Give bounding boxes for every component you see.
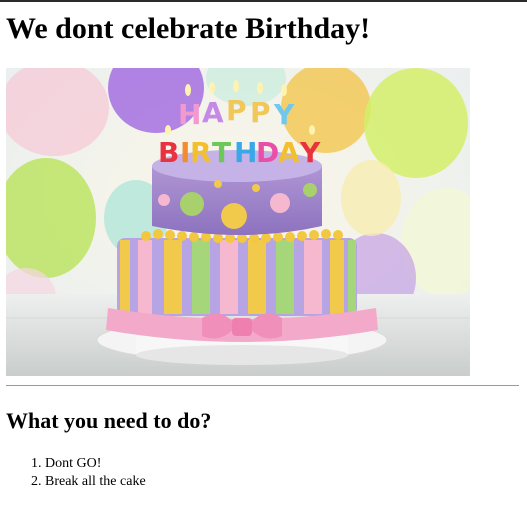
page-title: We dont celebrate Birthday! [6, 12, 371, 45]
birthday-cake-image: H A P P Y B I R T H D A Y [6, 68, 470, 376]
svg-text:A: A [278, 136, 300, 169]
section-divider [6, 385, 519, 386]
section-heading: What you need to do? [6, 408, 212, 433]
svg-text:P: P [226, 94, 247, 127]
svg-text:D: D [256, 136, 279, 169]
svg-text:P: P [250, 96, 271, 129]
svg-text:T: T [212, 136, 231, 169]
top-border [0, 0, 527, 2]
svg-text:R: R [190, 136, 212, 169]
steps-list: Dont GO! Break all the cake [27, 455, 146, 491]
svg-text:H: H [234, 136, 257, 169]
svg-text:H: H [178, 98, 201, 131]
svg-text:I: I [180, 136, 190, 169]
list-item: Break all the cake [45, 473, 146, 491]
svg-text:B: B [158, 136, 179, 169]
svg-text:A: A [202, 96, 224, 129]
svg-text:Y: Y [273, 98, 295, 131]
svg-text:Y: Y [299, 136, 321, 169]
list-item: Dont GO! [45, 455, 146, 473]
